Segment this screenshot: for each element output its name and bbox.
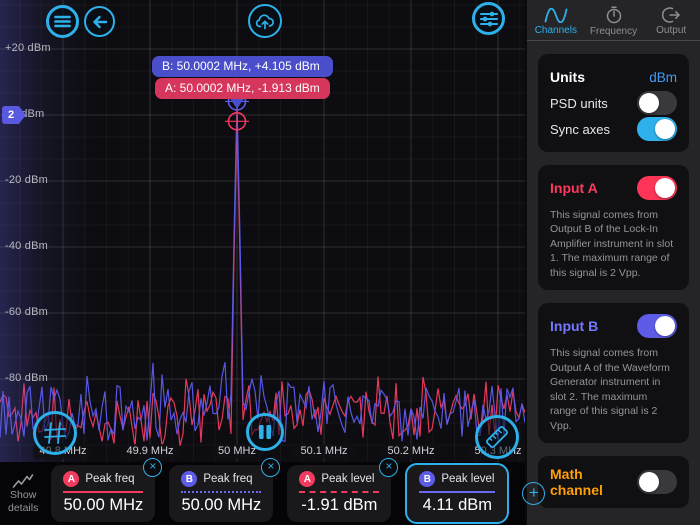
psd-units-toggle[interactable] [637,91,677,115]
sidebar-tabs: Channels Frequency Output [527,0,700,41]
measurement-label: Peak freq [85,473,134,485]
measurement-value: 4.11 dBm [419,496,495,515]
y-tick-label: +20 dBm [5,42,51,54]
measurement-card[interactable]: B Peak level 4.11 dBm [405,463,509,524]
stopwatch-icon [605,6,623,24]
psd-units-label: PSD units [550,96,608,111]
trace-style-line [299,491,379,493]
measurement-card[interactable]: APeak freq50.00 MHz× [51,465,155,522]
measurement-label: Peak level [321,473,374,485]
measurement-card[interactable]: BPeak freq50.00 MHz× [169,465,273,522]
trace-style-line [181,491,261,493]
peak-tooltip: B: 50.0002 MHz, +4.105 dBm A: 50.0002 MH… [152,56,333,99]
tab-frequency-label: Frequency [590,26,637,37]
cloud-upload-icon[interactable] [248,4,282,38]
tab-channels[interactable]: Channels [527,0,585,40]
math-channel-toggle[interactable] [637,470,677,494]
show-details-button[interactable]: Show details [8,473,38,513]
channel-badge: B [181,471,197,487]
measurement-label: Peak freq [203,473,252,485]
y-tick-label: -40 dBm [5,240,48,252]
tab-frequency[interactable]: Frequency [585,0,643,40]
units-title: Units [550,69,585,85]
sliders-icon[interactable] [472,2,505,35]
input-a-card: Input A This signal comes from Output B … [538,165,689,290]
measurement-value: 50.00 MHz [181,496,261,515]
measurement-value: -1.91 dBm [299,496,379,515]
x-tick-label: 50.1 MHz [294,444,353,459]
psd-units-row: PSD units [550,90,677,116]
show-details-label-1: Show [10,489,36,501]
sine-wave-icon [544,8,568,23]
settings-sidebar: Channels Frequency Output Units dBm PSD … [525,0,700,525]
input-a-title: Input A [550,180,598,196]
sync-axes-label: Sync axes [550,122,610,137]
input-a-description: This signal comes from Output B of the L… [550,208,677,280]
input-b-toggle[interactable] [637,314,677,338]
measurement-label: Peak level [441,473,494,485]
ruler-icon[interactable] [475,415,519,459]
input-a-row: Input A [550,175,677,201]
channel-badge: A [63,471,79,487]
y-tick-label: -80 dBm [5,372,48,384]
measurement-bar: Show details APeak freq50.00 MHz×BPeak f… [0,462,525,525]
y-tick-label: -20 dBm [5,174,48,186]
trace-style-line [63,491,143,493]
tab-output[interactable]: Output [642,0,700,40]
tab-channels-label: Channels [535,25,577,36]
math-channel-row: Math channel [550,466,677,498]
units-row[interactable]: Units dBm [550,64,677,90]
tooltip-channel-b: B: 50.0002 MHz, +4.105 dBm [152,56,333,77]
measurement-value: 50.00 MHz [63,496,143,515]
show-details-label-2: details [8,502,38,514]
y-tick-label: -60 dBm [5,306,48,318]
tab-output-label: Output [656,25,686,36]
close-icon[interactable]: × [379,458,398,477]
input-b-row: Input B [550,313,677,339]
input-a-toggle[interactable] [637,176,677,200]
sync-axes-toggle[interactable] [637,117,677,141]
sync-axes-row: Sync axes [550,116,677,142]
units-card: Units dBm PSD units Sync axes [538,54,689,152]
spectrum-plot[interactable]: +20 dBm+0 dBm-20 dBm-40 dBm-60 dBm-80 dB… [0,0,525,462]
channel-badge: B [419,471,435,487]
trend-icon [12,473,34,489]
measurement-card[interactable]: APeak level-1.91 dBm× [287,465,391,522]
pause-icon[interactable] [246,413,284,451]
x-tick-label: 49.9 MHz [120,444,179,459]
math-channel-card: Math channel [538,456,689,508]
main-area: +20 dBm+0 dBm-20 dBm-40 dBm-60 dBm-80 dB… [0,0,525,525]
grid-icon[interactable] [33,411,77,455]
close-icon[interactable]: × [143,458,162,477]
input-b-description: This signal comes from Output A of the W… [550,346,677,433]
channels-panel: Units dBm PSD units Sync axes Input A Th… [527,41,700,525]
channel-badge: A [299,471,315,487]
close-icon[interactable]: × [261,458,280,477]
units-value[interactable]: dBm [649,70,677,85]
spectrum-analyzer-app: +20 dBm+0 dBm-20 dBm-40 dBm-60 dBm-80 dB… [0,0,700,525]
x-tick-label: 50.2 MHz [381,444,440,459]
input-b-title: Input B [550,318,598,334]
trace-style-line [419,491,495,493]
input-b-card: Input B This signal comes from Output A … [538,303,689,443]
back-icon[interactable] [84,6,115,37]
math-channel-title: Math channel [550,466,637,498]
output-icon [662,7,681,23]
menu-icon[interactable] [46,5,79,38]
tooltip-channel-a: A: 50.0002 MHz, -1.913 dBm [155,78,330,99]
measurement-cards: APeak freq50.00 MHz×BPeak freq50.00 MHz×… [51,463,509,524]
